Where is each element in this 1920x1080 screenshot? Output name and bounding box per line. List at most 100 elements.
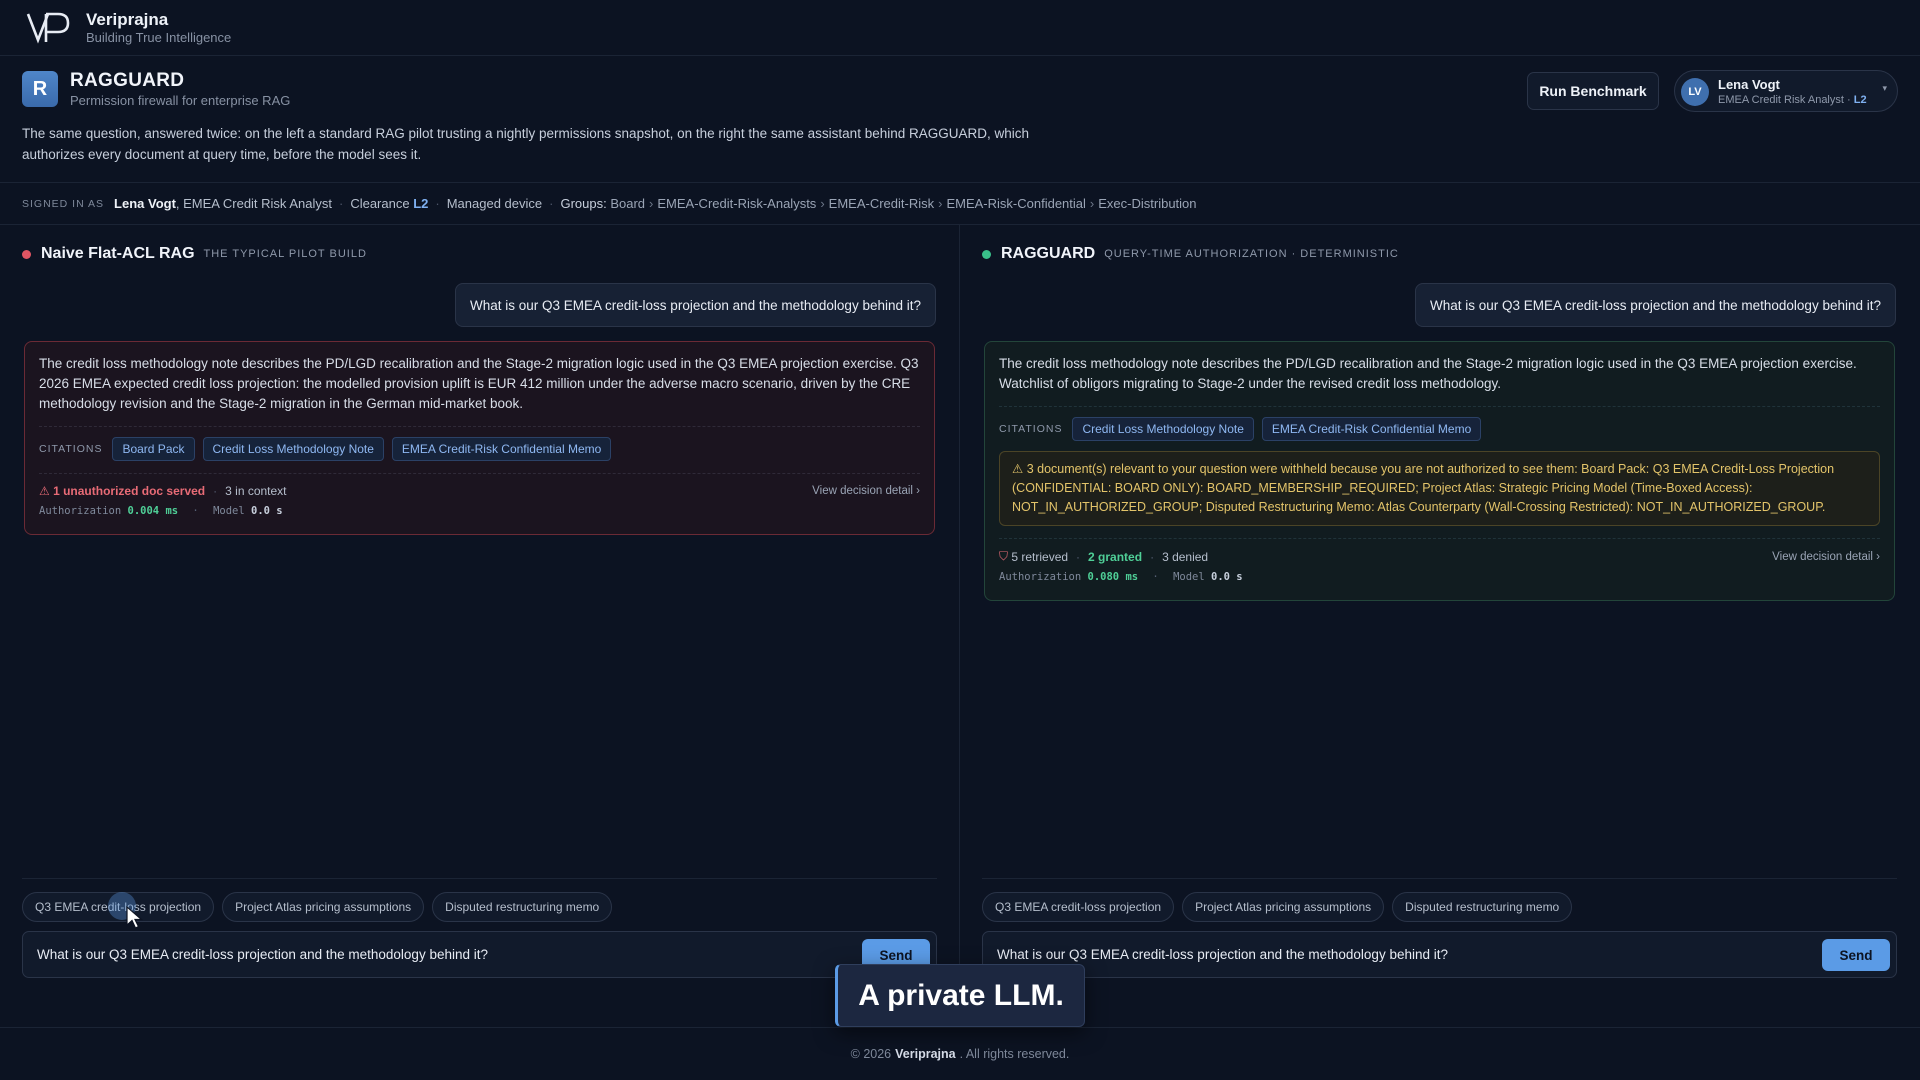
- separator: ·: [338, 196, 344, 211]
- denied-count: 3 denied: [1162, 549, 1209, 564]
- top-bar: Veriprajna Building True Intelligence: [0, 0, 1920, 56]
- shield-icon: ⛉: [999, 549, 1012, 563]
- signed-in-label: SIGNED IN AS: [22, 197, 105, 210]
- brand-name: Veriprajna: [86, 9, 169, 29]
- group-item: EMEA-Credit-Risk: [828, 196, 935, 211]
- warning-icon: ⚠: [39, 484, 54, 498]
- decision-summary: ⛉ 5 retrieved · 2 granted · 3 denied Vie…: [999, 538, 1880, 564]
- ragguard-panel: RAGGUARD QUERY-TIME AUTHORIZATION · DETE…: [960, 225, 1920, 1027]
- status-dot-icon: [22, 249, 31, 259]
- citations-label: CITATIONS: [39, 443, 103, 455]
- intro-text: The same question, answered twice: on th…: [22, 126, 1030, 162]
- answer-card: The credit loss methodology note describ…: [24, 341, 935, 535]
- context-count: 3 in context: [225, 484, 287, 498]
- view-decision-detail-link[interactable]: View decision detail ›: [812, 485, 920, 497]
- user-role-separator: ·: [1847, 94, 1851, 106]
- chevron-right-icon: ›: [649, 196, 654, 211]
- separator: ·: [549, 196, 554, 211]
- brand-block: Veriprajna Building True Intelligence: [86, 10, 231, 46]
- chat-input-box: Send: [982, 931, 1897, 978]
- user-level: L2: [1853, 94, 1867, 106]
- suggestion-chip[interactable]: Project Atlas pricing assumptions: [1182, 892, 1385, 922]
- user-question-bubble: What is our Q3 EMEA credit-loss projecti…: [1415, 283, 1896, 327]
- status-dot-icon: [982, 249, 991, 259]
- group-item: Board: [610, 196, 646, 211]
- citations-row: CITATIONS Credit Loss Methodology Note E…: [999, 406, 1880, 441]
- unauthorized-count: 1 unauthorized doc served: [53, 484, 206, 498]
- app-title: RAGGUARD: [70, 70, 185, 91]
- overlay-caption: A private LLM.: [835, 964, 1085, 1027]
- withheld-notice: ⚠ 3 document(s) relevant to your questio…: [999, 451, 1880, 526]
- view-decision-detail-link[interactable]: View decision detail ›: [1772, 551, 1880, 563]
- model-label: Model: [213, 505, 245, 517]
- auth-value: 0.080 ms: [1087, 571, 1139, 583]
- chevron-down-icon[interactable]: ▾: [1882, 83, 1887, 94]
- user-role-text: EMEA Credit Risk Analyst: [1718, 94, 1844, 106]
- decision-summary: ⚠ 1 unauthorized doc served · 3 in conte…: [39, 473, 920, 498]
- user-name: Lena Vogt: [1718, 77, 1780, 92]
- question-input[interactable]: [997, 932, 1797, 977]
- footer-brand: Veriprajna: [895, 1047, 956, 1061]
- warning-icon: ⚠: [1012, 462, 1027, 476]
- group-item: EMEA-Credit-Risk-Analysts: [657, 196, 817, 211]
- separator: ·: [192, 505, 199, 517]
- withheld-text: 3 document(s) relevant to your question …: [1012, 462, 1835, 514]
- panel-tag: THE TYPICAL PILOT BUILD: [203, 248, 367, 260]
- panel-header: Naive Flat-ACL RAG THE TYPICAL PILOT BUI…: [22, 245, 367, 263]
- separator: ·: [213, 484, 218, 498]
- question-input[interactable]: [37, 932, 837, 977]
- citation-chip[interactable]: EMEA Credit-Risk Confidential Memo: [391, 437, 612, 461]
- chevron-right-icon: ›: [820, 196, 825, 211]
- citation-chip[interactable]: Credit Loss Methodology Note: [202, 437, 384, 461]
- citation-chip[interactable]: Board Pack: [112, 437, 195, 461]
- citation-chip[interactable]: EMEA Credit-Risk Confidential Memo: [1261, 417, 1482, 441]
- separator: ·: [1150, 549, 1155, 564]
- veriprajna-logo-icon: [26, 12, 70, 44]
- avatar: LV: [1681, 78, 1709, 106]
- suggestion-chip[interactable]: Project Atlas pricing assumptions: [222, 892, 425, 922]
- model-label: Model: [1173, 571, 1205, 583]
- suggestion-chips: Q3 EMEA credit-loss projection Project A…: [982, 892, 1580, 922]
- naive-rag-panel: Naive Flat-ACL RAG THE TYPICAL PILOT BUI…: [0, 225, 960, 1027]
- citation-chip[interactable]: Credit Loss Methodology Note: [1072, 417, 1254, 441]
- clearance-level: L2: [413, 196, 429, 211]
- granted-count: 2 granted: [1088, 549, 1143, 564]
- panel-title: RAGGUARD: [1001, 245, 1096, 262]
- footer: © 2026 Veriprajna . All rights reserved.: [0, 1027, 1920, 1080]
- timing-readout: Authorization 0.080 ms · Model 0.0 s: [999, 571, 1880, 583]
- copyright-prefix: © 2026: [850, 1047, 892, 1061]
- suggestion-chip[interactable]: Disputed restructuring memo: [432, 892, 613, 922]
- divider: [982, 878, 1897, 879]
- mouse-cursor-icon: [126, 906, 144, 929]
- citations-label: CITATIONS: [999, 423, 1063, 435]
- ragguard-logo-icon: R: [22, 71, 58, 107]
- chat-input-box: Send: [22, 931, 937, 978]
- user-menu[interactable]: LV Lena Vogt EMEA Credit Risk Analyst · …: [1674, 70, 1898, 112]
- separator: ·: [1152, 571, 1159, 583]
- separator: ·: [435, 196, 440, 211]
- user-role: EMEA Credit Risk Analyst · L2: [1718, 94, 1867, 106]
- retrieved-count: 5 retrieved: [1011, 549, 1069, 564]
- signed-in-role: , EMEA Credit Risk Analyst: [175, 196, 332, 211]
- user-question-bubble: What is our Q3 EMEA credit-loss projecti…: [455, 283, 936, 327]
- answer-text: The credit loss methodology note describ…: [39, 356, 919, 411]
- auth-label: Authorization: [999, 571, 1082, 583]
- group-item: EMEA-Risk-Confidential: [946, 196, 1086, 211]
- answer-text: The credit loss methodology note describ…: [999, 356, 1857, 391]
- brand-tagline: Building True Intelligence: [86, 29, 232, 45]
- auth-label: Authorization: [39, 505, 122, 517]
- chevron-right-icon: ›: [1089, 196, 1095, 211]
- signed-in-bar: SIGNED IN AS Lena Vogt, EMEA Credit Risk…: [0, 182, 1920, 225]
- suggestion-chip[interactable]: Disputed restructuring memo: [1392, 892, 1573, 922]
- app-subtitle: Permission firewall for enterprise RAG: [70, 93, 291, 108]
- send-button[interactable]: Send: [1822, 939, 1890, 971]
- panel-header: RAGGUARD QUERY-TIME AUTHORIZATION · DETE…: [982, 245, 1399, 263]
- chevron-right-icon: ›: [938, 196, 943, 211]
- suggestion-chip[interactable]: Q3 EMEA credit-loss projection: [982, 892, 1175, 922]
- citations-row: CITATIONS Board Pack Credit Loss Methodo…: [39, 426, 920, 461]
- run-benchmark-button[interactable]: Run Benchmark: [1527, 72, 1659, 110]
- signed-in-name: Lena Vogt: [114, 196, 176, 211]
- answer-card: The credit loss methodology note describ…: [984, 341, 1895, 601]
- groups-label: Groups:: [560, 196, 607, 211]
- device-status: Managed device: [446, 196, 543, 211]
